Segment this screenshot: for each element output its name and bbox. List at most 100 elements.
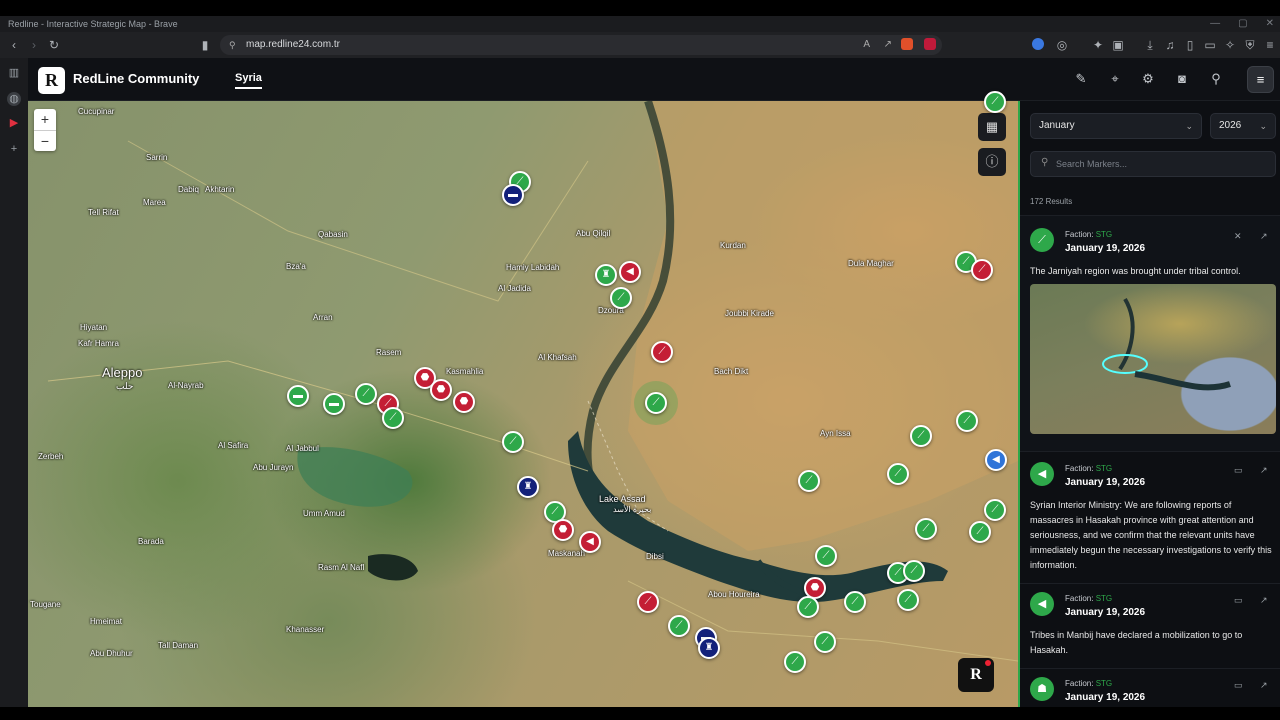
vehicle-marker-icon[interactable]: ▬ — [323, 393, 345, 415]
minimize-icon[interactable]: — — [1210, 16, 1220, 32]
reload-icon[interactable]: ↻ — [46, 37, 62, 53]
maximize-icon[interactable]: ▢ — [1238, 16, 1247, 32]
extension-icon-2[interactable]: ◎ — [1054, 37, 1070, 53]
vehicle-marker-icon[interactable]: ▬ — [502, 184, 524, 206]
town-label: Arran — [313, 313, 333, 322]
map-layers-icon[interactable]: ▦ — [978, 113, 1006, 141]
search-icon: ⚲ — [1041, 157, 1049, 168]
card-map-image[interactable] — [1030, 284, 1276, 434]
zoom-in-button[interactable]: + — [34, 109, 56, 130]
sidebar-toggle-icon[interactable]: ▯ — [1182, 37, 1198, 53]
extensions-puzzle-icon[interactable]: ✦ — [1090, 37, 1106, 53]
vpn-icon[interactable]: ⛨ — [1242, 37, 1258, 53]
site-info-icon[interactable]: ⚲ — [229, 35, 236, 55]
rifle-marker-icon[interactable]: ⟋ — [645, 392, 667, 414]
card-text: Tribes in Manbij have declared a mobiliz… — [1030, 630, 1243, 655]
download-icon[interactable]: ⤓ — [1142, 37, 1158, 53]
marker-card[interactable]: ☗ Faction: STG January 19, 2026 ▭ ↗ — [1020, 668, 1280, 707]
sidebar-youtube-icon[interactable]: ▶ — [7, 116, 21, 130]
brave-rewards-icon[interactable] — [924, 38, 936, 50]
location-pin-icon[interactable]: ⌖ — [1107, 71, 1123, 87]
forward-icon[interactable]: › — [26, 37, 42, 53]
megaphone-marker-icon[interactable]: ◀ — [985, 449, 1007, 471]
tower-marker-icon[interactable]: ♜ — [595, 264, 617, 286]
address-bar[interactable]: ⚲ map.redline24.com.tr A ↗ — [220, 35, 942, 55]
back-icon[interactable]: ‹ — [6, 37, 22, 53]
rifle-marker-icon[interactable]: ⟋ — [887, 463, 909, 485]
rifle-marker-icon[interactable]: ⟋ — [502, 431, 524, 453]
year-select[interactable]: 2026 ⌄ — [1210, 113, 1276, 139]
video-icon[interactable]: ▭ — [1234, 465, 1243, 476]
external-link-icon[interactable]: ↗ — [1260, 465, 1268, 476]
rifle-marker-icon[interactable]: ⟋ — [637, 591, 659, 613]
rifle-marker-icon[interactable]: ⟋ — [784, 651, 806, 673]
marker-card[interactable]: ◀ Faction: STG January 19, 2026 ▭ ↗ Syri… — [1020, 451, 1280, 583]
rifle-marker-icon[interactable]: ⟋ — [903, 560, 925, 582]
zoom-out-button[interactable]: − — [34, 130, 56, 151]
external-link-icon[interactable]: ↗ — [1260, 680, 1268, 691]
share-icon[interactable]: ↗ — [884, 35, 892, 55]
redline-badge[interactable]: R — [958, 658, 994, 692]
month-select[interactable]: January ⌄ — [1030, 113, 1202, 139]
rifle-marker-icon[interactable]: ⟋ — [915, 518, 937, 540]
rifle-marker-icon[interactable]: ⟋ — [984, 499, 1006, 521]
draw-icon[interactable]: ✎ — [1073, 71, 1089, 87]
search-icon[interactable]: ⚲ — [1208, 71, 1224, 87]
extension-icon[interactable] — [1032, 38, 1044, 50]
rifle-marker-icon[interactable]: ⟋ — [984, 91, 1006, 113]
megaphone-marker-icon[interactable]: ◀ — [619, 261, 641, 283]
marker-card[interactable]: ⟋ Faction: STG January 19, 2026 ✕ ↗ The … — [1020, 215, 1280, 451]
tank-marker-icon[interactable]: ⬣ — [453, 391, 475, 413]
card-text: The Jarniyah region was brought under tr… — [1030, 266, 1241, 276]
close-window-icon[interactable]: ✕ — [1266, 16, 1274, 32]
close-icon[interactable]: ✕ — [1234, 231, 1242, 242]
brave-shields-icon[interactable] — [901, 38, 913, 50]
rifle-marker-icon[interactable]: ⟋ — [668, 615, 690, 637]
tank-marker-icon[interactable]: ⬣ — [552, 519, 574, 541]
search-input[interactable] — [1056, 156, 1266, 172]
rifle-marker-icon[interactable]: ⟋ — [956, 410, 978, 432]
rifle-marker-icon[interactable]: ⟋ — [844, 591, 866, 613]
sidebar-panel-icon[interactable]: ▥ — [7, 66, 21, 80]
town-label: Tell Rifat — [88, 208, 119, 217]
tank-marker-icon[interactable]: ⬣ — [430, 379, 452, 401]
tower-marker-icon[interactable]: ♜ — [517, 476, 539, 498]
app-logo[interactable]: R — [38, 67, 65, 94]
sidebar-site-icon[interactable]: ◍ — [7, 92, 21, 106]
brand-name[interactable]: RedLine Community — [73, 71, 199, 86]
menu-button[interactable]: ≡ — [1247, 66, 1274, 93]
rifle-marker-icon[interactable]: ⟋ — [651, 341, 673, 363]
external-link-icon[interactable]: ↗ — [1260, 231, 1268, 242]
marker-card[interactable]: ◀ Faction: STG January 19, 2026 ▭ ↗ Trib… — [1020, 583, 1280, 668]
video-icon[interactable]: ▭ — [1234, 595, 1243, 606]
rifle-marker-icon[interactable]: ⟋ — [815, 545, 837, 567]
video-icon[interactable]: ▭ — [1234, 680, 1243, 691]
rifle-marker-icon[interactable]: ⟋ — [969, 521, 991, 543]
bookmark-icon[interactable]: ▮ — [197, 37, 213, 53]
tab-syria[interactable]: Syria — [235, 72, 262, 89]
external-link-icon[interactable]: ↗ — [1260, 595, 1268, 606]
leo-icon[interactable]: ✧ — [1222, 37, 1238, 53]
sidebar-add-icon[interactable]: + — [7, 142, 21, 156]
rifle-marker-icon[interactable]: ⟋ — [382, 407, 404, 429]
rifle-marker-icon[interactable]: ⟋ — [355, 383, 377, 405]
info-icon[interactable]: ⓘ — [978, 148, 1006, 176]
media-icon[interactable]: ♫ — [1162, 37, 1178, 53]
screenshot-icon[interactable]: ▣ — [1110, 37, 1126, 53]
megaphone-marker-icon[interactable]: ◀ — [579, 531, 601, 553]
rifle-marker-icon[interactable]: ⟋ — [971, 259, 993, 281]
rifle-marker-icon[interactable]: ⟋ — [797, 596, 819, 618]
tower-marker-icon[interactable]: ♜ — [698, 637, 720, 659]
town-label: Al Safira — [218, 441, 249, 450]
wallet-icon[interactable]: ▭ — [1202, 37, 1218, 53]
rifle-marker-icon[interactable]: ⟋ — [910, 425, 932, 447]
rifle-marker-icon[interactable]: ⟋ — [798, 470, 820, 492]
rifle-marker-icon[interactable]: ⟋ — [610, 287, 632, 309]
translate-icon[interactable]: A — [863, 35, 870, 55]
settings-icon[interactable]: ⚙ — [1140, 71, 1156, 87]
rifle-marker-icon[interactable]: ⟋ — [897, 589, 919, 611]
browser-menu-icon[interactable]: ≡ — [1262, 37, 1278, 53]
rifle-marker-icon[interactable]: ⟋ — [814, 631, 836, 653]
vehicle-marker-icon[interactable]: ▬ — [287, 385, 309, 407]
camera-icon[interactable]: ◙ — [1174, 71, 1190, 87]
